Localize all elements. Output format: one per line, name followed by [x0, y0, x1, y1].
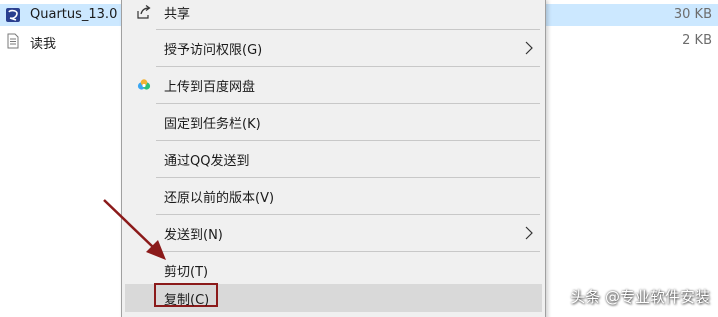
- menu-item-upload-baidu[interactable]: 上传到百度网盘: [125, 71, 542, 99]
- menu-separator: [156, 251, 540, 252]
- menu-item-label: 固定到任务栏(K): [164, 117, 261, 132]
- menu-separator: [156, 103, 540, 104]
- quartus-app-icon: [6, 8, 20, 22]
- chevron-right-icon: [525, 41, 533, 55]
- screenshot-stage: Quartus_13.0 30 KB 读我 2 KB 共享 授予访问权限(G): [0, 0, 718, 317]
- context-menu: 共享 授予访问权限(G) 上传到百度网盘 固定到任务栏(K) 通过QQ发送到 还…: [121, 0, 546, 317]
- menu-item-label: 发送到(N): [164, 228, 223, 243]
- file-name: 读我: [30, 37, 57, 52]
- menu-item-label: 还原以前的版本(V): [164, 191, 275, 206]
- file-size: 2 KB: [682, 33, 712, 48]
- menu-item-copy[interactable]: 复制(C): [125, 283, 542, 312]
- menu-item-cut[interactable]: 剪切(T): [125, 256, 542, 284]
- baidu-netdisk-icon: [137, 79, 151, 90]
- menu-item-label: 共享: [164, 7, 191, 22]
- menu-item-grant-access[interactable]: 授予访问权限(G): [125, 34, 542, 62]
- file-size: 30 KB: [673, 7, 712, 22]
- menu-item-share[interactable]: 共享: [125, 0, 542, 26]
- menu-item-label: 剪切(T): [164, 265, 209, 280]
- menu-separator: [156, 214, 540, 215]
- menu-separator: [156, 66, 540, 67]
- share-icon: [137, 5, 151, 19]
- text-document-icon: [7, 33, 19, 49]
- file-name: Quartus_13.0: [30, 7, 118, 22]
- watermark: 头条 @专业软件安装: [570, 288, 710, 306]
- menu-item-label: 复制(C): [164, 293, 210, 308]
- menu-item-label: 上传到百度网盘: [164, 80, 256, 95]
- chevron-right-icon: [525, 226, 533, 240]
- menu-item-restore-versions[interactable]: 还原以前的版本(V): [125, 182, 542, 210]
- menu-item-send-via-qq[interactable]: 通过QQ发送到: [125, 145, 542, 173]
- menu-separator: [156, 140, 540, 141]
- menu-item-label: 通过QQ发送到: [164, 154, 250, 169]
- menu-separator: [156, 177, 540, 178]
- menu-separator: [156, 29, 540, 30]
- menu-item-label: 授予访问权限(G): [164, 43, 263, 58]
- menu-item-pin-taskbar[interactable]: 固定到任务栏(K): [125, 108, 542, 136]
- menu-item-send-to[interactable]: 发送到(N): [125, 219, 542, 247]
